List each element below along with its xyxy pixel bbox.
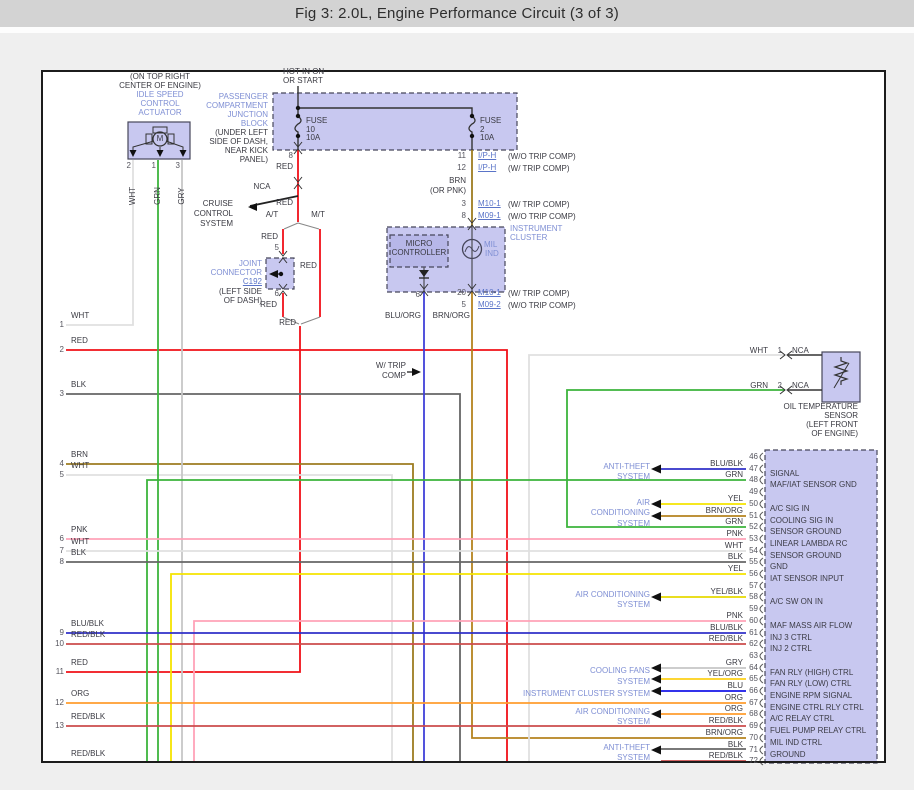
pin-socket-icon [759, 674, 764, 684]
wiring-svg [41, 70, 886, 766]
pin-socket-icon [759, 651, 764, 661]
wire-oil-sensor-grn [566, 389, 785, 528]
ecm-connector-box [764, 449, 878, 764]
air-conditioning-system-50-51-arrow-icon [651, 511, 661, 521]
link-m09-2[interactable]: M09-2 [478, 301, 501, 309]
pin-socket-icon [759, 522, 764, 532]
link-c192[interactable]: C192 [243, 278, 262, 286]
wire-brn-org-mil-ind [471, 292, 746, 739]
pin-socket-icon [759, 511, 764, 521]
pin-socket-icon [759, 499, 764, 509]
wire-wire5-wht [66, 474, 393, 762]
anti-theft-system-47-arrow-icon [651, 464, 661, 474]
link-m10-1[interactable]: M10-1 [478, 200, 501, 208]
pin-socket-icon [759, 628, 764, 638]
wiring-diagram-page: Fig 3: 2.0L, Engine Performance Circuit … [0, 0, 914, 790]
pin-socket-icon [759, 616, 764, 626]
link-m09-1[interactable]: M09-1 [478, 212, 501, 220]
diagram-frame-border [41, 70, 886, 763]
link-i/p-h[interactable]: I/P-H [478, 164, 496, 172]
wire-wire3-blk [66, 393, 461, 762]
air-conditioning-system-50-51-arrow-icon [651, 499, 661, 509]
air-conditioning-system-68-arrow-icon [651, 709, 661, 719]
pin-socket-icon [759, 534, 764, 544]
wire-wire1-wht [66, 160, 134, 326]
junction-dot [295, 133, 301, 139]
pin-socket-icon [759, 557, 764, 567]
wire-bracket-merge-l [282, 316, 300, 325]
link-i/p-h[interactable]: I/P-H [478, 152, 496, 160]
anti-theft-system-71-arrow-icon [651, 745, 661, 755]
pin-socket-icon [759, 721, 764, 731]
cooling-fans-system-64-65-arrow-icon [651, 663, 661, 673]
junction-dot [295, 105, 301, 111]
wire-wire4-brn [66, 463, 414, 762]
pin-socket-icon [759, 639, 764, 649]
junction-dot [295, 113, 301, 119]
junction-dot [469, 133, 475, 139]
pin-socket-icon [759, 487, 764, 497]
junction-dot [469, 113, 475, 119]
micro-controller-box [389, 234, 449, 268]
wire-bracket-merge-r [300, 316, 321, 325]
instrument-cluster-system-66-arrow-icon [651, 686, 661, 696]
pin-socket-icon [759, 475, 764, 485]
wire-bracket-split-l [283, 222, 299, 230]
pin-socket-icon [759, 686, 764, 696]
pin-socket-icon [759, 546, 764, 556]
pin-socket-icon [759, 698, 764, 708]
wire-bracket-split-r [297, 222, 320, 230]
junction-block-box [272, 92, 518, 151]
junction-dot [278, 271, 284, 277]
wire-wire2-red [66, 349, 508, 762]
pin-socket-icon [759, 592, 764, 602]
air-conditioning-system-58-arrow-icon [651, 592, 661, 602]
pin-socket-icon [759, 663, 764, 673]
pin-socket-icon [759, 452, 764, 462]
wire-nca-cruise-arrow [249, 195, 299, 207]
pin-socket-icon [759, 709, 764, 719]
pin-socket-icon [759, 464, 764, 474]
cooling-fans-system-64-65-arrow-icon [651, 674, 661, 684]
arrowhead-icon [412, 368, 421, 376]
pin-socket-icon [759, 581, 764, 591]
link-m10-1[interactable]: M10-1 [478, 289, 501, 297]
arrowhead-icon [248, 203, 257, 211]
pin-socket-icon [759, 733, 764, 743]
pin-socket-icon [759, 745, 764, 755]
pin-socket-icon [759, 604, 764, 614]
pin-socket-icon [759, 569, 764, 579]
